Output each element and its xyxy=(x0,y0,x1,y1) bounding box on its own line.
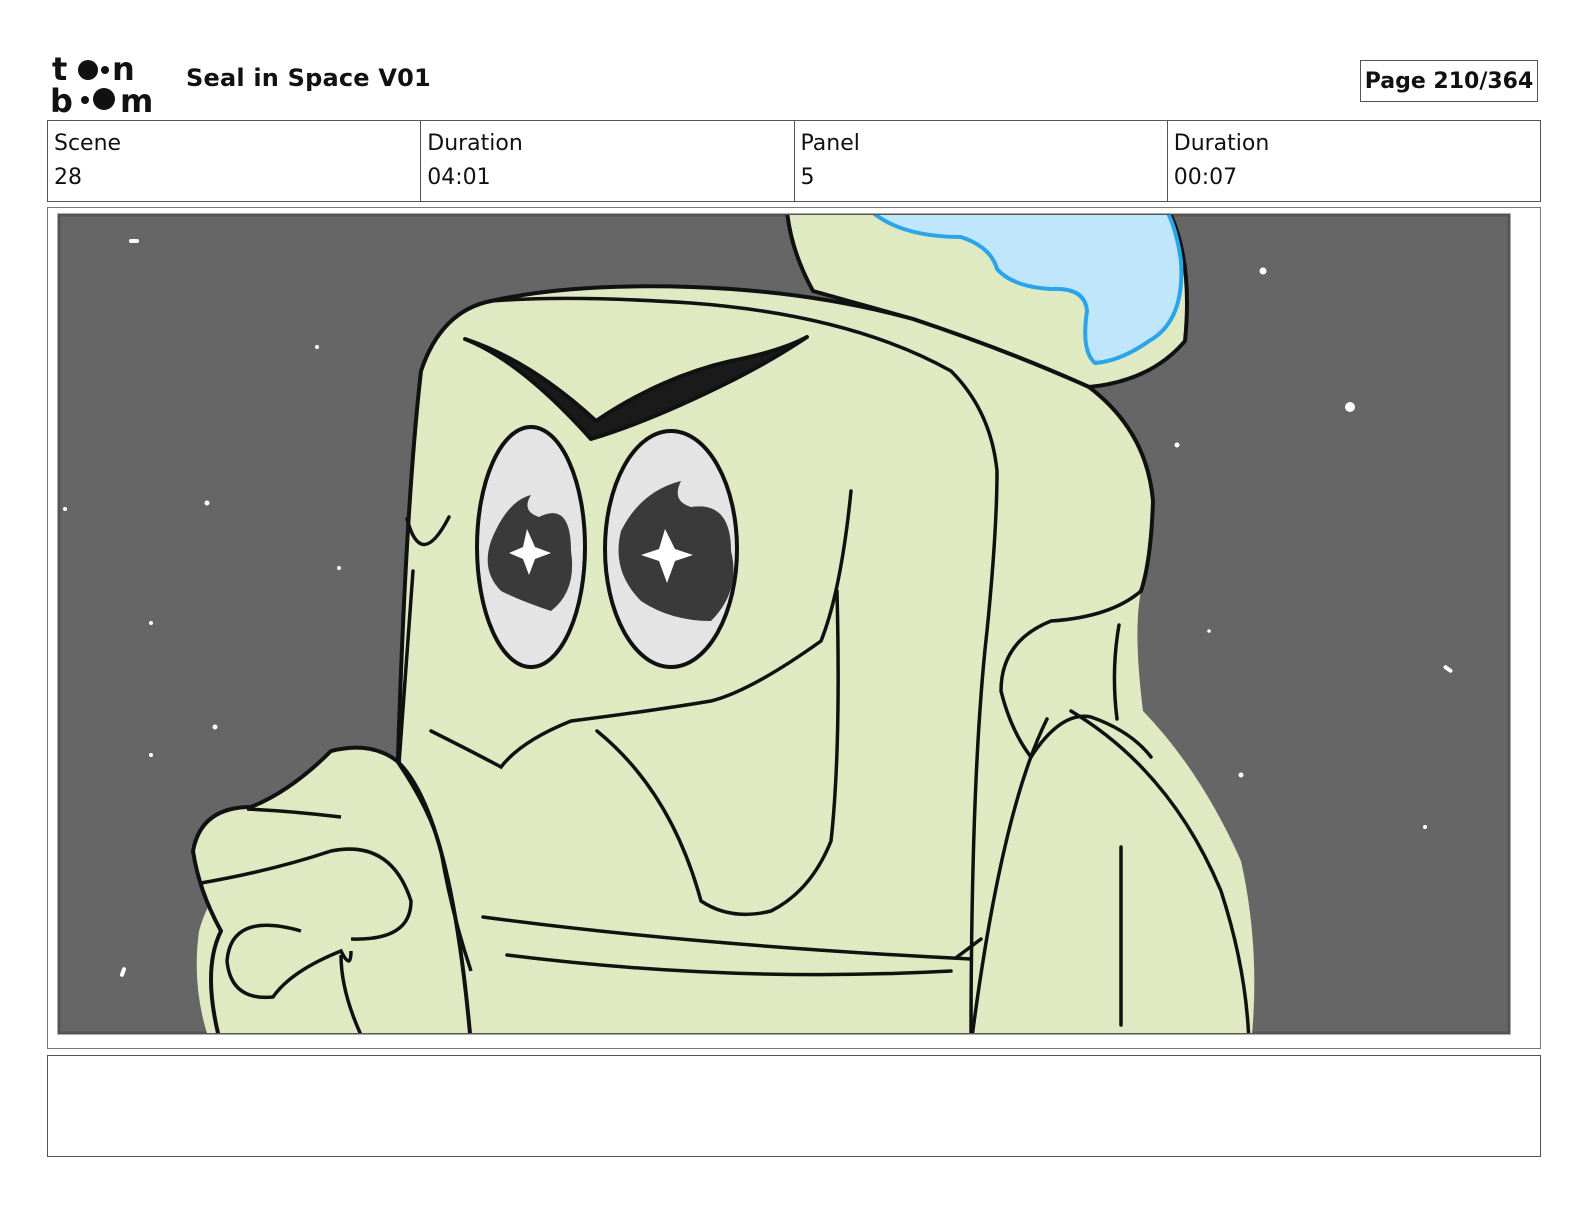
page-indicator: Page 210/364 xyxy=(1360,60,1538,102)
storyboard-drawing xyxy=(51,211,1537,1045)
scene-duration-cell: Duration 04:01 xyxy=(421,121,795,201)
scene-duration-label: Duration xyxy=(427,131,523,156)
svg-text:b: b xyxy=(50,82,73,114)
svg-text:m: m xyxy=(120,82,153,114)
panel-duration-label: Duration xyxy=(1173,131,1270,156)
panel-duration-value: 00:07 xyxy=(1173,165,1238,190)
panel-notes-text xyxy=(48,1056,1540,1072)
storyboard-panel xyxy=(47,207,1541,1049)
panel-notes-box xyxy=(47,1055,1541,1157)
scene-duration-value: 04:01 xyxy=(427,165,491,190)
scene-value: 28 xyxy=(54,165,82,190)
panel-cell: Panel 5 xyxy=(795,121,1168,201)
scene-label: Scene xyxy=(54,131,122,156)
scene-cell: Scene 28 xyxy=(48,121,422,201)
panel-info-table: Scene 28 Duration 04:01 Panel 5 Duration… xyxy=(47,120,1541,202)
panel-value: 5 xyxy=(800,165,815,190)
panel-label: Panel xyxy=(800,131,860,156)
panel-duration-cell: Duration 00:07 xyxy=(1168,121,1540,201)
toon-boom-logo: t n b m xyxy=(50,50,166,120)
project-title: Seal in Space V01 xyxy=(186,64,431,92)
